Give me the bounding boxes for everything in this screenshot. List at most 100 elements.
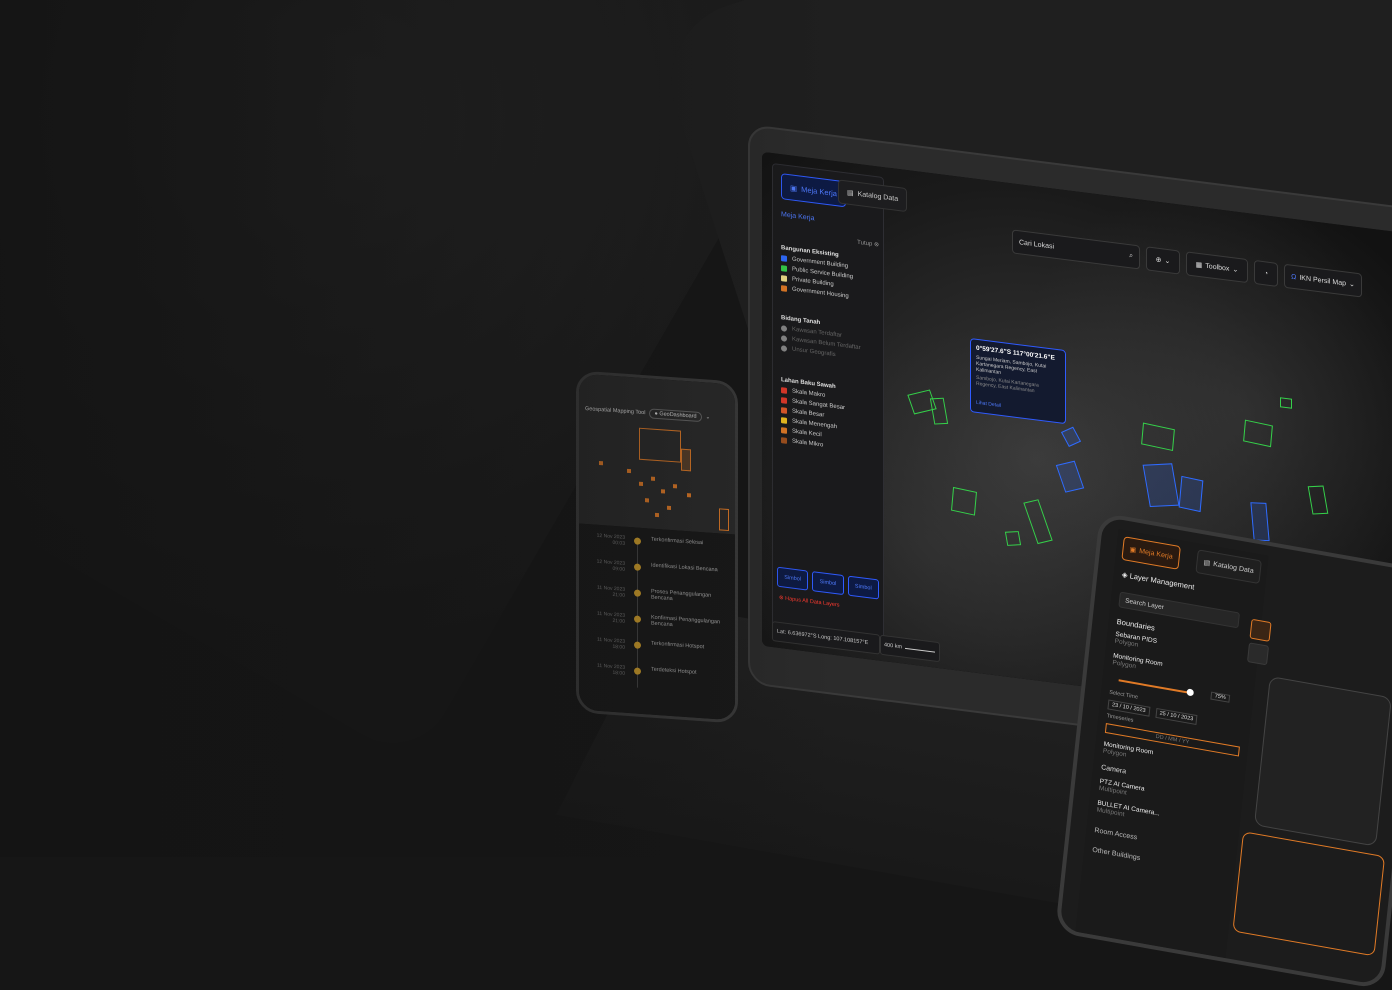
tab-katalog-data[interactable]: ▤ Katalog Data (1195, 549, 1263, 585)
panel-icon: ▣ (1129, 546, 1137, 555)
layers-toggle-button[interactable] (1249, 618, 1272, 642)
tab-label: Meja Kerja (1138, 547, 1174, 561)
layers-icon: ◈ (1121, 569, 1129, 580)
panel-icon: ▣ (790, 182, 798, 193)
panel-buttons: Simbol Simbol Simbol (777, 566, 879, 600)
swatch (781, 417, 787, 424)
timeline-time: 00:03 (612, 539, 625, 547)
map-polygon[interactable] (719, 508, 729, 532)
tablet-map-polygon[interactable] (1232, 831, 1386, 957)
chevron-down-icon: ⌄ (1164, 257, 1171, 266)
document-icon: ▤ (1203, 559, 1211, 568)
tablet-map-canvas[interactable] (1253, 675, 1392, 847)
group-bangunan: Bangunan Eksisting Government Building P… (781, 245, 879, 307)
simbol-button[interactable]: Simbol (812, 571, 844, 596)
popup-detail-link[interactable]: Lihat Detail (976, 400, 1001, 409)
swatch (781, 285, 787, 292)
slider-track (1118, 679, 1189, 694)
zoom-button[interactable]: ⊕ ⌄ (1146, 246, 1180, 275)
swatch (781, 255, 787, 262)
layer-label: Unsur Geografis (792, 346, 836, 359)
map-marker[interactable] (655, 512, 659, 518)
swatch (781, 265, 787, 272)
tab-meja-kerja[interactable]: ▣ Meja Kerja (781, 173, 846, 208)
simbol-button[interactable]: Simbol (777, 566, 809, 591)
swatch (781, 387, 787, 394)
map-marker[interactable] (673, 484, 677, 489)
map-polygon[interactable] (681, 448, 691, 472)
swatch (781, 437, 787, 444)
layer-label: Skala Kecil (792, 428, 822, 439)
map-marker[interactable] (651, 476, 655, 481)
pie-chart-icon: ◔ (1263, 269, 1269, 278)
panel-title: Meja Kerja (781, 211, 815, 223)
app-title: Geospatial Mapping Tool (585, 405, 646, 417)
simbol-button[interactable]: Simbol (847, 575, 879, 600)
map-polygon[interactable] (950, 486, 978, 516)
timeline-dot (634, 563, 641, 571)
timeline-dot (634, 537, 641, 545)
slider-thumb[interactable] (1186, 688, 1195, 697)
phone-map[interactable] (579, 373, 735, 535)
tab-label: Katalog Data (857, 190, 899, 203)
dashboard-chip[interactable]: ● GeoDashboard (649, 408, 702, 423)
tab-label: Meja Kerja (801, 184, 837, 198)
search-placeholder: Search Layer (1124, 597, 1165, 611)
timeline-label: Identifikasi Lokasi Bencana (651, 562, 718, 574)
map-marker[interactable] (645, 498, 649, 503)
map-polygon-building[interactable] (1250, 502, 1270, 542)
opacity-value: 75% (1210, 691, 1231, 703)
map-marker[interactable] (661, 489, 665, 494)
title-label: Layer Management (1129, 571, 1195, 592)
map-polygon[interactable] (1004, 531, 1022, 546)
panel-tabs: ▣ Meja Kerja (781, 173, 846, 209)
dot (781, 345, 787, 352)
chip-label: GeoDashboard (659, 411, 697, 420)
document-icon: ▤ (847, 189, 854, 198)
chart-button[interactable]: ◔ (1254, 259, 1278, 287)
map-polygon[interactable] (1280, 397, 1292, 409)
chevron-down-icon: ⌄ (705, 414, 711, 421)
swatch (781, 275, 787, 282)
timeline-label: Proses Penanggulangan Bencana (651, 588, 712, 603)
tablet-device: ▣ Meja Kerja ▤ Katalog Data ◈ Layer Manage… (1055, 512, 1392, 990)
timeline-dot (634, 667, 641, 675)
toolbox-label: Toolbox (1205, 262, 1230, 273)
timeline-dot (634, 615, 641, 623)
tab-label: Katalog Data (1212, 560, 1255, 575)
location-popup: 0°59'27.6"S 117°00'21.6"E Sungai Meriam,… (970, 338, 1066, 425)
layer-label: Private Building (792, 276, 834, 288)
timeline-dot (634, 589, 641, 597)
timeline-label: Terkonfirmasi Selesai (651, 536, 704, 547)
map-polygon[interactable] (639, 427, 681, 463)
map-polygon-building[interactable] (1178, 475, 1204, 513)
map-marker[interactable] (687, 493, 691, 498)
swatch (781, 407, 787, 414)
scale-label: 400 km (884, 642, 903, 651)
map-marker[interactable] (639, 481, 643, 487)
phone-device: Geospatial Mapping Tool ● GeoDashboard ⌄… (576, 370, 738, 724)
workspace-panel: ▣ Meja Kerja Meja Kerja Tutup ⊗ Bangunan … (772, 163, 884, 650)
chevron-down-icon: ⌄ (1349, 280, 1355, 289)
timeline-label: Terkonfirmasi Hotspot (651, 640, 705, 651)
layer-label: Skala Mikro (792, 438, 824, 449)
map-icon: Ω (1291, 273, 1297, 281)
map-toggle-button[interactable] (1246, 642, 1270, 666)
remove-label: Hapus All Data Layers (785, 595, 840, 609)
remove-all-layers-button[interactable]: ⊗ Hapus All Data Layers (779, 595, 840, 609)
search-placeholder: Cari Lokasi (1019, 238, 1055, 251)
map-select-label: IKN Persil Map (1299, 274, 1347, 288)
swatch (781, 397, 787, 404)
timeline-label: Terdeteksi Hotspot (651, 666, 697, 676)
group-bidang-tanah: Bidang Tanah Kawasan Terdaftar Kawasan B… (781, 315, 879, 367)
timeline-time: 18:00 (612, 669, 625, 677)
tab-meja-kerja[interactable]: ▣ Meja Kerja (1121, 536, 1181, 570)
timeline-time: 21:00 (612, 591, 625, 599)
map-marker[interactable] (599, 460, 603, 466)
map-marker[interactable] (627, 468, 631, 474)
swatch (781, 427, 787, 434)
close-button[interactable]: Tutup ⊗ (857, 239, 879, 249)
map-marker[interactable] (667, 505, 671, 510)
timeline-time: 18:00 (612, 643, 625, 651)
timeline-label: Konfirmasi Penanggulangan Bencana (651, 614, 721, 629)
